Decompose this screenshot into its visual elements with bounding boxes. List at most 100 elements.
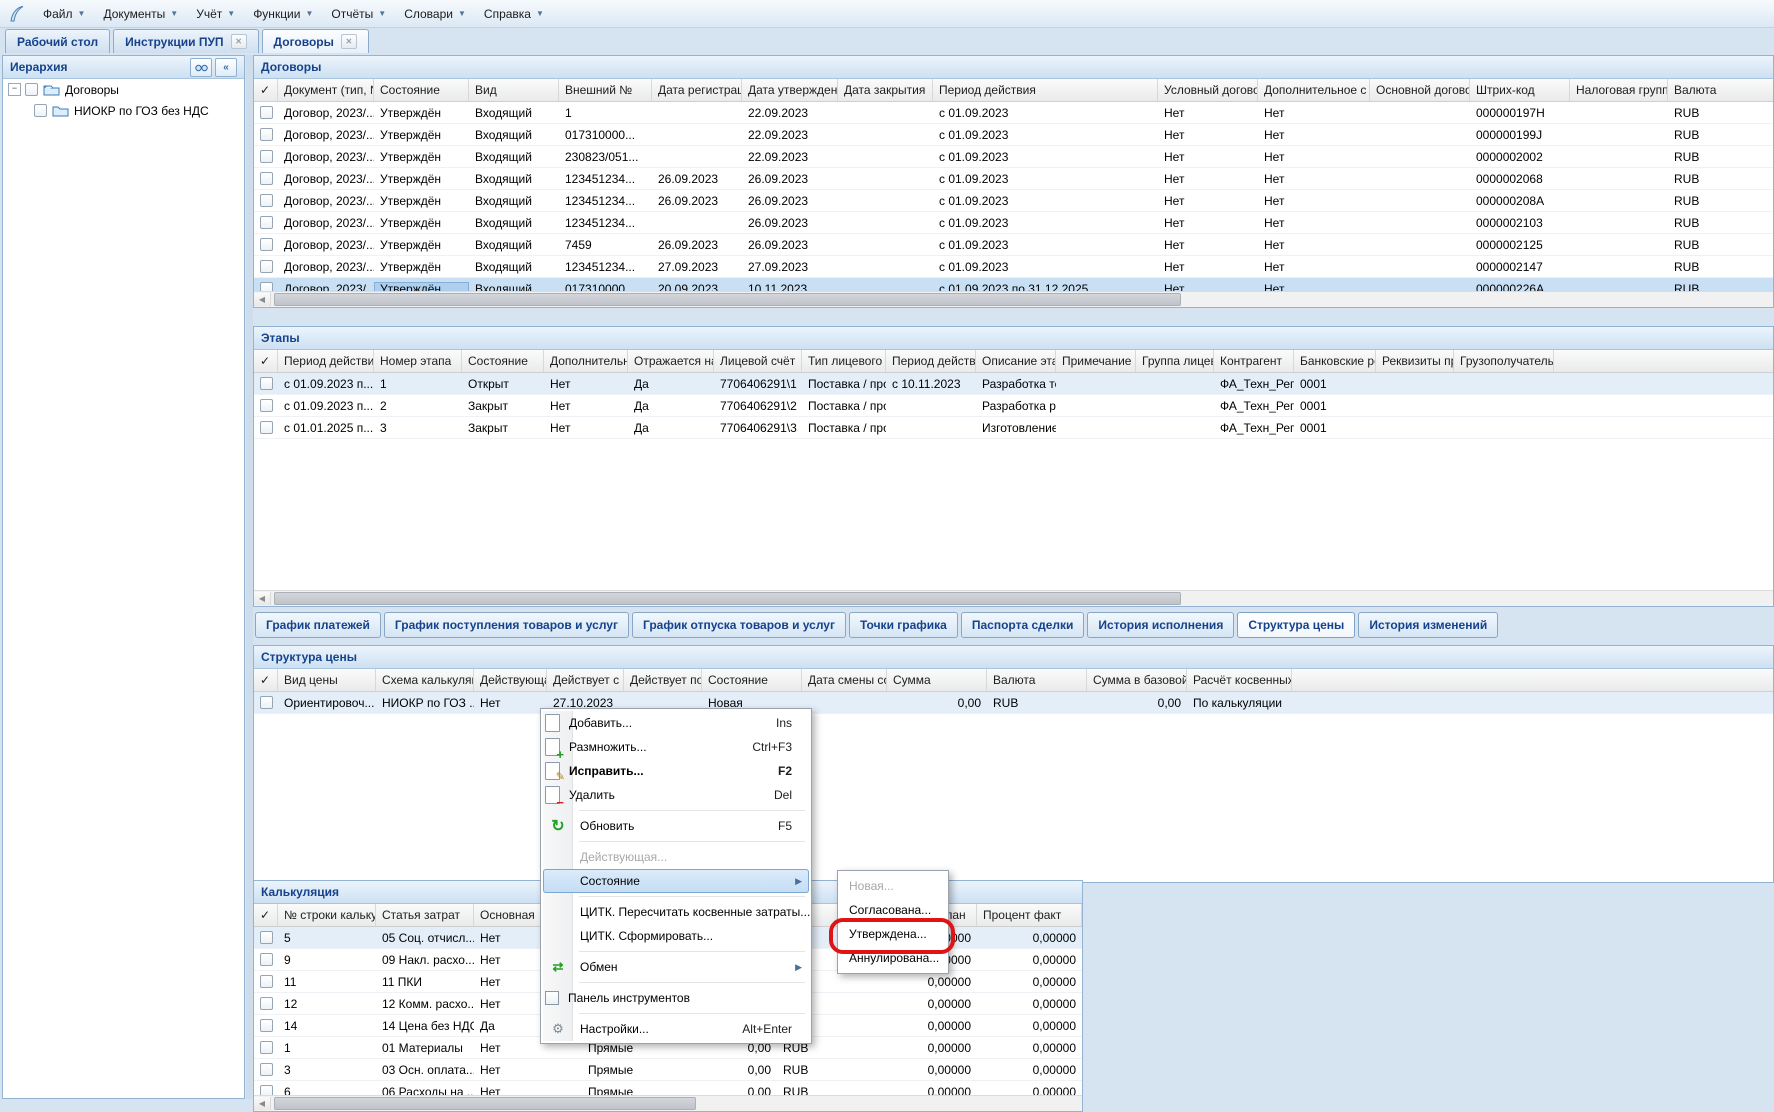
table-cell[interactable]: Договор, 2023/... xyxy=(278,172,374,186)
table-cell[interactable]: 22.09.2023 xyxy=(742,106,838,120)
table-cell[interactable]: Входящий xyxy=(469,216,559,230)
table-cell[interactable]: 11 ПКИ xyxy=(376,975,474,989)
column-header[interactable]: Сумма xyxy=(887,669,987,691)
detail-tab[interactable]: Паспорта сделки xyxy=(961,612,1085,638)
column-header[interactable]: Валюта xyxy=(1668,79,1773,101)
table-cell[interactable]: с 01.09.2023 xyxy=(933,128,1158,142)
table-cell[interactable] xyxy=(254,150,278,163)
document-tab[interactable]: Рабочий стол ✕ xyxy=(5,29,110,53)
column-header[interactable]: Дополнительное с xyxy=(1258,79,1370,101)
context-menu-item[interactable]: Обновить F5 ▶ xyxy=(543,814,809,838)
table-cell[interactable]: Договор, 2023/... xyxy=(278,194,374,208)
context-menu-item[interactable]: Обмен ▶ xyxy=(543,955,809,979)
column-header[interactable]: Состояние xyxy=(462,350,544,372)
table-cell[interactable]: 123451234... xyxy=(559,194,652,208)
column-header[interactable]: Вид xyxy=(469,79,559,101)
table-cell[interactable]: 7706406291\3 xyxy=(714,421,802,435)
scrollbar-thumb[interactable] xyxy=(274,592,1181,605)
table-cell[interactable]: Нет xyxy=(1158,194,1258,208)
table-cell[interactable]: Нет xyxy=(1258,216,1370,230)
table-cell[interactable]: 0000002103 xyxy=(1470,216,1570,230)
table-cell[interactable] xyxy=(254,421,278,434)
table-cell[interactable]: 26.09.2023 xyxy=(652,238,742,252)
context-menu-item[interactable]: ЦИТК. Сформировать... ▶ xyxy=(543,924,809,948)
row-checkbox[interactable] xyxy=(260,172,273,185)
table-cell[interactable]: НИОКР по ГОЗ ... xyxy=(376,696,474,710)
table-cell[interactable] xyxy=(254,172,278,185)
panel-splitter[interactable] xyxy=(246,55,253,1099)
row-checkbox[interactable] xyxy=(260,975,273,988)
row-checkbox[interactable] xyxy=(260,399,273,412)
table-cell[interactable]: 11 xyxy=(278,975,376,989)
column-header[interactable]: Группа лицевых сч xyxy=(1136,350,1214,372)
column-header[interactable]: Период действия xyxy=(933,79,1158,101)
table-cell[interactable]: Нет xyxy=(1258,172,1370,186)
column-header[interactable]: Тип лицевого счёт xyxy=(802,350,886,372)
context-menu-item[interactable]: ЦИТК. Пересчитать косвенные затраты... ▶ xyxy=(543,900,809,924)
contracts-h-scrollbar[interactable]: ◀ xyxy=(254,291,1773,307)
table-cell[interactable]: 0001 xyxy=(1294,399,1376,413)
table-cell[interactable]: Утверждён xyxy=(374,238,469,252)
table-cell[interactable]: RUB xyxy=(1668,260,1773,274)
column-header[interactable]: Дата смены состоя xyxy=(802,669,887,691)
menu-item[interactable]: Функции ▼ xyxy=(244,4,322,24)
table-cell[interactable] xyxy=(254,1063,278,1076)
table-cell[interactable]: Нет xyxy=(1158,150,1258,164)
table-row[interactable]: Договор, 2023/...УтверждёнВходящий017310… xyxy=(254,124,1773,146)
table-cell[interactable]: 1 xyxy=(559,106,652,120)
table-cell[interactable]: 1 xyxy=(374,377,462,391)
context-menu-item[interactable]: Размножить... Ctrl+F3 ▶ xyxy=(543,735,809,759)
table-cell[interactable]: 03 Осн. оплата... xyxy=(376,1063,474,1077)
menu-item[interactable]: Словари ▼ xyxy=(395,4,475,24)
table-row[interactable]: Договор, 2023/...УтверждёнВходящий122.09… xyxy=(254,102,1773,124)
table-cell[interactable] xyxy=(254,953,278,966)
column-header[interactable]: Расчёт косвенных xyxy=(1187,669,1292,691)
table-cell[interactable]: 26.09.2023 xyxy=(742,194,838,208)
context-menu-item[interactable]: Добавить... Ins ▶ xyxy=(543,711,809,735)
column-header[interactable]: Внешний № xyxy=(559,79,652,101)
table-cell[interactable]: Да xyxy=(628,421,714,435)
column-header[interactable]: Процент факт xyxy=(977,904,1082,926)
table-cell[interactable]: с 01.09.2023 xyxy=(933,194,1158,208)
row-checkbox[interactable] xyxy=(260,1019,273,1032)
detail-tab[interactable]: История изменений xyxy=(1358,612,1498,638)
table-cell[interactable]: 22.09.2023 xyxy=(742,128,838,142)
scrollbar-thumb[interactable] xyxy=(274,293,1181,306)
row-checkbox[interactable] xyxy=(260,696,273,709)
context-menu-item[interactable]: ▶ xyxy=(543,979,809,986)
table-cell[interactable]: 0,00000 xyxy=(977,1041,1082,1055)
context-menu-item[interactable]: ▶ xyxy=(543,893,809,900)
detail-tab[interactable]: История исполнения xyxy=(1087,612,1234,638)
table-cell[interactable]: 09 Накл. расхо... xyxy=(376,953,474,967)
column-header[interactable]: Примечание xyxy=(1056,350,1136,372)
table-cell[interactable]: 0001 xyxy=(1294,377,1376,391)
table-cell[interactable]: 0,00000 xyxy=(882,1019,977,1033)
row-checkbox[interactable] xyxy=(260,1063,273,1076)
table-cell[interactable]: 26.09.2023 xyxy=(652,172,742,186)
row-checkbox[interactable] xyxy=(260,377,273,390)
row-checkbox[interactable] xyxy=(260,931,273,944)
table-cell[interactable] xyxy=(254,997,278,1010)
context-menu-item[interactable]: Панель инструментов ▶ xyxy=(543,986,809,1010)
table-cell[interactable] xyxy=(254,238,278,251)
menu-item[interactable]: Учёт ▼ xyxy=(187,4,244,24)
table-cell[interactable]: Нет xyxy=(1258,194,1370,208)
detail-tab[interactable]: График поступления товаров и услуг xyxy=(384,612,629,638)
table-cell[interactable]: 12 xyxy=(278,997,376,1011)
table-cell[interactable]: Нет xyxy=(1258,106,1370,120)
table-cell[interactable]: Нет xyxy=(1158,216,1258,230)
column-header[interactable]: Состояние xyxy=(374,79,469,101)
stages-h-scrollbar[interactable]: ◀ xyxy=(254,590,1773,606)
table-row[interactable]: Ориентировоч...НИОКР по ГОЗ ...Нет27.10.… xyxy=(254,692,1773,714)
table-cell[interactable]: 6 xyxy=(278,1085,376,1096)
column-header[interactable]: Контрагент xyxy=(1214,350,1294,372)
table-cell[interactable]: 12 Комм. расхо... xyxy=(376,997,474,1011)
row-checkbox[interactable] xyxy=(260,1041,273,1054)
column-header[interactable]: № строки калькул xyxy=(278,904,376,926)
table-cell[interactable]: 27.09.2023 xyxy=(742,260,838,274)
row-checkbox[interactable] xyxy=(260,997,273,1010)
table-cell[interactable]: Прямые xyxy=(582,1085,682,1096)
table-cell[interactable]: 230823/051... xyxy=(559,150,652,164)
table-cell[interactable]: с 01.09.2023 xyxy=(933,150,1158,164)
tree-node-checkbox[interactable] xyxy=(34,104,47,117)
